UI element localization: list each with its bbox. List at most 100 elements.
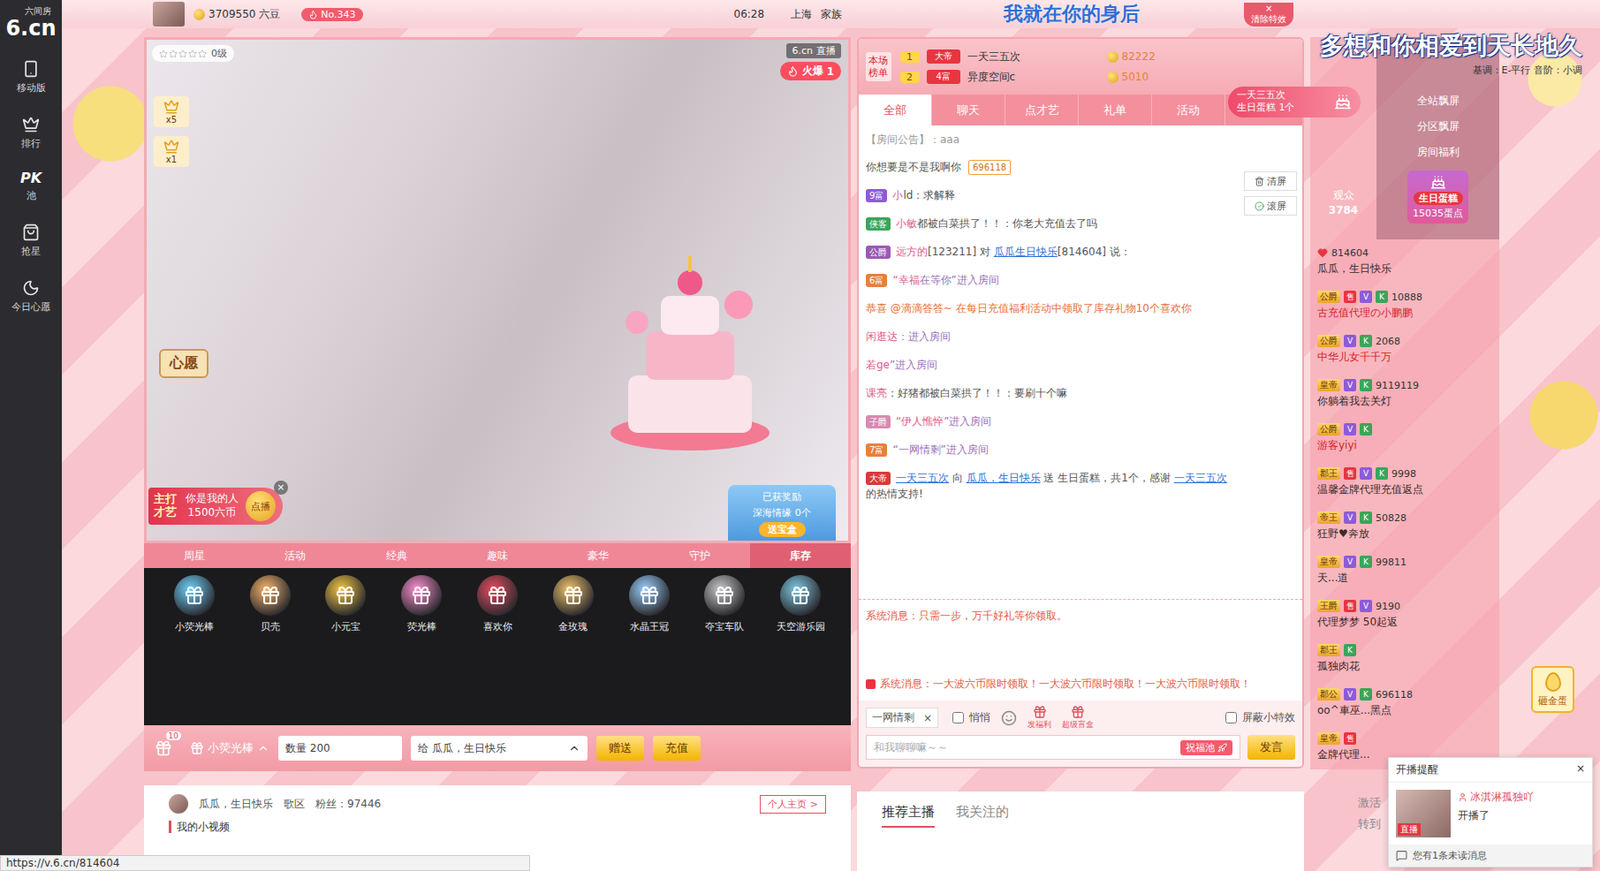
gift-box[interactable]: 10 <box>154 739 173 758</box>
user-link[interactable]: “伊人憔悴 <box>895 415 944 428</box>
send-gift-button[interactable]: 赠送 <box>596 735 645 761</box>
sidebar-item[interactable]: 移动版 <box>0 49 62 106</box>
chat-tab[interactable]: 点才艺 <box>1005 94 1079 126</box>
audience-line: 814604 <box>1317 247 1493 259</box>
site-logo[interactable]: 六间房6.cn <box>5 0 56 50</box>
sidebar-item[interactable]: 排行 <box>0 105 62 161</box>
side-strip-button[interactable]: 全站飘屏 <box>1417 93 1460 109</box>
user-link[interactable]: 小敏 <box>895 217 918 230</box>
golden-egg-button[interactable]: 砸金蛋 <box>1531 666 1575 713</box>
marquee-text: 我就在你的身后 <box>1003 0 1140 28</box>
chat-tab[interactable]: 活动 <box>1152 94 1226 126</box>
chat-tab[interactable]: 聊天 <box>932 94 1006 126</box>
gift-item[interactable]: 水晶王冠 <box>613 575 686 634</box>
user-link[interactable]: 闲逛达 <box>865 330 898 343</box>
user-link[interactable]: 瓜瓜生日快乐 <box>993 245 1058 258</box>
user-link[interactable]: 瓜瓜，生日快乐 <box>966 471 1041 485</box>
cake-card[interactable]: 生日蛋糕15035蛋点 <box>1407 170 1469 224</box>
side-strip-button[interactable]: 分区飘屏 <box>1417 119 1460 135</box>
message-list: 【房间公告】：aaa你想要是不是我啊你6961189富小ld：求解释侠客小敏都被… <box>858 125 1303 600</box>
send-message-button[interactable]: 发言 <box>1247 735 1296 760</box>
audience-row[interactable]: 王爵售V9190代理梦梦 50起返 <box>1310 592 1500 637</box>
star-icon <box>159 49 168 59</box>
role-badge: 公爵 <box>1317 423 1341 436</box>
recharge-button[interactable]: 充值 <box>652 735 701 761</box>
fan-badge[interactable]: x5 <box>153 96 190 128</box>
chat-panel: 本场榜单1大帝一天三五次8222224富异度空间c5010全部聊天点才艺礼单活动… <box>856 37 1305 769</box>
gift-icon-wrap <box>780 575 821 616</box>
recipient-field[interactable]: 给 瓜瓜，生日快乐 <box>410 735 588 761</box>
anchor-avatar[interactable] <box>152 1 185 27</box>
gift-tab[interactable]: 活动 <box>244 543 346 569</box>
user-link[interactable]: 课亮 <box>865 386 888 400</box>
gift-item[interactable]: 荧光棒 <box>385 575 458 634</box>
gift-item[interactable]: 天空游乐园 <box>764 575 837 634</box>
flame-icon <box>308 9 319 20</box>
gift-picker[interactable]: 小荧光棒 <box>189 740 270 757</box>
gift-tab[interactable]: 库存 <box>750 543 851 569</box>
audience-row[interactable]: 公爵售VK10888古充值代理の小鹏鹏 <box>1310 283 1500 328</box>
emoji-icon[interactable] <box>1000 710 1017 727</box>
gift-tab[interactable]: 趣味 <box>447 543 548 569</box>
input-tool[interactable]: 发福利 <box>1027 705 1052 731</box>
notice-body[interactable]: 直播冰淇淋孤独吖开播了 <box>1388 782 1593 845</box>
target-chip[interactable]: 一网情剩× <box>865 707 939 728</box>
audience-row[interactable]: 郡王K孤独肉花 <box>1310 636 1500 682</box>
gift-item[interactable]: 小元宝 <box>310 575 383 634</box>
mute-effects-checkbox[interactable]: 屏蔽小特效 <box>1221 709 1296 727</box>
audience-row[interactable]: 公爵VK2068中华儿女千千万 <box>1310 327 1500 372</box>
user-id: 9190 <box>1375 600 1401 613</box>
user-link[interactable]: 一天三五次 <box>895 471 949 485</box>
recommend-tab[interactable]: 我关注的 <box>955 803 1009 828</box>
clear-effects-button[interactable]: ×清除特效 <box>1243 2 1294 27</box>
chat-tab[interactable]: 全部 <box>858 94 933 126</box>
close-button[interactable]: × <box>273 480 289 495</box>
fan-badge[interactable]: x1 <box>153 136 190 167</box>
chat-tab[interactable]: 礼单 <box>1078 94 1153 126</box>
whisper-checkbox[interactable]: 悄悄 <box>948 709 991 727</box>
gift-item[interactable]: 金玫瑰 <box>537 575 610 634</box>
gift-item[interactable]: 夺宝车队 <box>688 575 761 634</box>
rank-row[interactable]: 1大帝一天三五次82222 <box>900 49 1156 65</box>
user-link[interactable]: 若ge <box>865 358 890 372</box>
notice-footer[interactable]: 您有1条未读消息 <box>1388 844 1593 867</box>
chat-tool-button[interactable]: 滚屏 <box>1243 196 1297 216</box>
audience-row[interactable]: 帝王VK50828狂野♥奔放 <box>1310 504 1500 549</box>
send-bar: 10 小荧光棒数量 200 给 瓜瓜，生日快乐赠送充值 <box>144 725 851 772</box>
gift-icon-wrap <box>325 575 366 616</box>
user-link[interactable]: 远方的 <box>895 245 928 258</box>
chat-tool-button[interactable]: 清屏 <box>1243 171 1297 191</box>
gift-item[interactable]: 喜欢你 <box>461 575 534 634</box>
side-strip-button[interactable]: 房间福利 <box>1417 144 1460 160</box>
homepage-button[interactable]: 个人主页 > <box>759 795 827 814</box>
recommend-tab[interactable]: 推荐主播 <box>881 803 935 828</box>
input-tool[interactable]: 超级盲盒 <box>1061 705 1094 731</box>
request-song-button[interactable]: 点播 <box>245 491 276 522</box>
close-button[interactable]: × <box>1576 762 1585 778</box>
gift-item[interactable]: 贝壳 <box>234 575 307 634</box>
user-link[interactable]: “幸福 <box>892 273 919 287</box>
family-link[interactable]: 家族 <box>820 7 842 23</box>
audience-row[interactable]: 公爵VK游客yiyi <box>1310 416 1500 461</box>
user-link[interactable]: 小 <box>892 189 903 202</box>
audience-row[interactable]: 皇帝VK9119119你躺着我去关灯 <box>1310 371 1500 417</box>
audience-row[interactable]: 郡公VK696118oo^車巫...黑点 <box>1310 681 1500 726</box>
gift-item[interactable]: 小荧光棒 <box>158 575 231 634</box>
quantity-field[interactable]: 数量 200 <box>278 735 402 761</box>
gift-tab[interactable]: 经典 <box>346 543 448 569</box>
gift-tab[interactable]: 守护 <box>648 543 750 569</box>
audience-row[interactable]: 皇帝VK99811天...道 <box>1310 548 1500 593</box>
sidebar-item[interactable]: 抢星 <box>0 212 62 269</box>
sidebar-item[interactable]: PK池 <box>0 160 62 213</box>
audience-row[interactable]: 郡王售VK9998温馨金牌代理充值返点 <box>1310 460 1500 505</box>
rank-row[interactable]: 24富异度空间c5010 <box>900 69 1156 85</box>
activity-button[interactable]: 送宝盒 <box>758 522 806 538</box>
wish-sign[interactable]: 心愿 <box>159 348 209 379</box>
audience-row[interactable]: 814604瓜瓜，生日快乐 <box>1310 239 1500 284</box>
user-link[interactable]: 一天三五次 <box>1174 471 1228 485</box>
gift-tab[interactable]: 豪华 <box>547 543 649 569</box>
wish-pool[interactable]: 祝福池 <box>1180 740 1233 756</box>
sidebar-item[interactable]: 今日心愿 <box>0 268 62 325</box>
chat-input[interactable]: 和我聊聊嘛～～祝福池 <box>865 735 1241 760</box>
gift-tab[interactable]: 周星 <box>144 543 245 569</box>
